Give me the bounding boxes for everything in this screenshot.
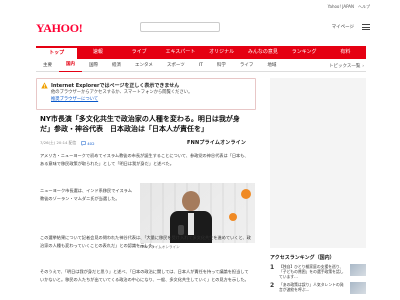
category-tab-main[interactable]: 主要 <box>36 60 59 72</box>
header-actions: マイページ <box>332 24 370 30</box>
photo-decor <box>241 189 251 199</box>
mypage-link[interactable]: マイページ <box>332 24 354 30</box>
gnav-item-top[interactable]: トップ <box>36 46 78 59</box>
gnav-item-original[interactable]: オリジナル <box>201 46 242 59</box>
ranking-thumbnail <box>350 282 366 294</box>
category-tab-domestic[interactable]: 国内 <box>59 59 82 72</box>
browser-warning-notice: Internet Explorerではページを正しく表示できません 他のブラウザ… <box>36 78 256 110</box>
article-paragraph-4: そのうえで、「明日は我が身だと思う」と述べ、「日本の政治に関しては、日本人が責任… <box>40 269 249 282</box>
topics-list-label: トピックス一覧 <box>329 63 361 69</box>
comment-icon <box>81 140 86 146</box>
notice-body: 他のブラウザーからアクセスするか、スマートフォンから閲覧ください。 推奨ブラウザ… <box>51 90 251 103</box>
provider-name[interactable]: FNNプライムオンライン <box>187 139 246 146</box>
hamburger-menu-icon[interactable] <box>362 24 370 30</box>
category-tab-science[interactable]: 科学 <box>210 60 233 72</box>
gnav-item-ranking[interactable]: ランキング <box>284 46 325 59</box>
recommended-browser-link[interactable]: 推奨ブラウザーについて <box>51 97 98 102</box>
gnav-item-expert[interactable]: エキスパート <box>160 46 201 59</box>
utility-links: Yahoo! JAPAN ヘルプ <box>328 4 370 10</box>
ranking-title: 「あの政策は誤り」人気タレントの発言が波紋を呼ぶ… <box>279 282 344 292</box>
ranking-title: 【独自】ひとり親家庭の支援を巡り、「子どもの貧困」をの選手政策を話しています… <box>279 264 344 279</box>
access-ranking-title: アクセスランキング（国内） <box>270 255 335 261</box>
category-tab-international[interactable]: 国際 <box>82 60 105 72</box>
category-tab-it[interactable]: IT <box>192 60 210 72</box>
topics-list-button[interactable]: トピックス一覧 › <box>329 63 366 69</box>
ranking-number: 2 <box>270 282 275 289</box>
notice-title: Internet Explorerではページを正しく表示できません <box>51 83 180 89</box>
sidebar-ad-slot[interactable] <box>270 78 366 248</box>
chevron-right-icon: › <box>362 63 364 68</box>
gnav-item-live[interactable]: ライブ <box>119 46 160 59</box>
photo-person-head <box>182 191 200 211</box>
comment-link[interactable]: 402 <box>81 140 95 146</box>
ranking-item[interactable]: 2 「あの政策は誤り」人気タレントの発言が波紋を呼ぶ… <box>270 282 366 298</box>
article-paragraph-2: ニューヨーク市長選は、インド系移民でイスラム教徒のゾーラン・マムダニ氏が当選した… <box>40 188 132 201</box>
article-paragraph-1: アメリカ・ニューヨークで初めてイスラム教徒の市長が誕生することについて、参政党の… <box>40 153 249 166</box>
gnav-item-opinion[interactable]: みんなの意見 <box>242 46 283 59</box>
utility-bar: Yahoo! JAPAN ヘルプ <box>0 0 400 17</box>
ranking-number: 1 <box>270 264 275 271</box>
category-tab-sports[interactable]: スポーツ <box>160 60 192 72</box>
comment-count: 402 <box>87 140 95 146</box>
article-meta: 7/26(土) 20:14 配信 402 <box>40 140 95 146</box>
category-nav: 主要 国内 国際 経済 エンタメ スポーツ IT 科学 ライフ 地域 トピックス… <box>36 60 366 72</box>
gnav-item-breaking[interactable]: 速報 <box>77 46 118 59</box>
category-tab-entertainment[interactable]: エンタメ <box>128 60 160 72</box>
notice-text: 他のブラウザーからアクセスするか、スマートフォンから閲覧ください。 <box>51 90 193 95</box>
article-headline: NY市長演「多文化共生で政治家の人種を変わる。明日は我が身だ」参政・神谷代表 日… <box>40 115 240 133</box>
category-tab-local[interactable]: 地域 <box>260 60 283 72</box>
utility-link-text[interactable]: Yahoo! JAPAN ヘルプ <box>328 4 370 10</box>
photo-decor <box>229 213 237 221</box>
warning-icon <box>41 82 48 89</box>
yahoo-logo[interactable]: YAHOO! <box>36 21 83 36</box>
ranking-item[interactable]: 1 【独自】ひとり親家庭の支援を巡り、「子どもの貧困」をの選手政策を話しています… <box>270 264 366 280</box>
publish-date: 7/26(土) 20:14 配信 <box>40 140 77 145</box>
search-input[interactable] <box>140 22 220 32</box>
article-paragraph-3: この選挙結果について記者会見の問われた神谷代表は、「大量に移民を受け入れて多文化… <box>40 235 251 248</box>
category-tab-economy[interactable]: 経済 <box>105 60 128 72</box>
photo-person-shirt <box>188 213 194 235</box>
global-nav: トップ 速報 ライブ エキスパート オリジナル みんなの意見 ランキング 有料 <box>36 46 366 59</box>
category-tab-life[interactable]: ライフ <box>233 60 261 72</box>
ranking-thumbnail <box>350 264 366 276</box>
gnav-item-paid[interactable]: 有料 <box>325 46 366 59</box>
